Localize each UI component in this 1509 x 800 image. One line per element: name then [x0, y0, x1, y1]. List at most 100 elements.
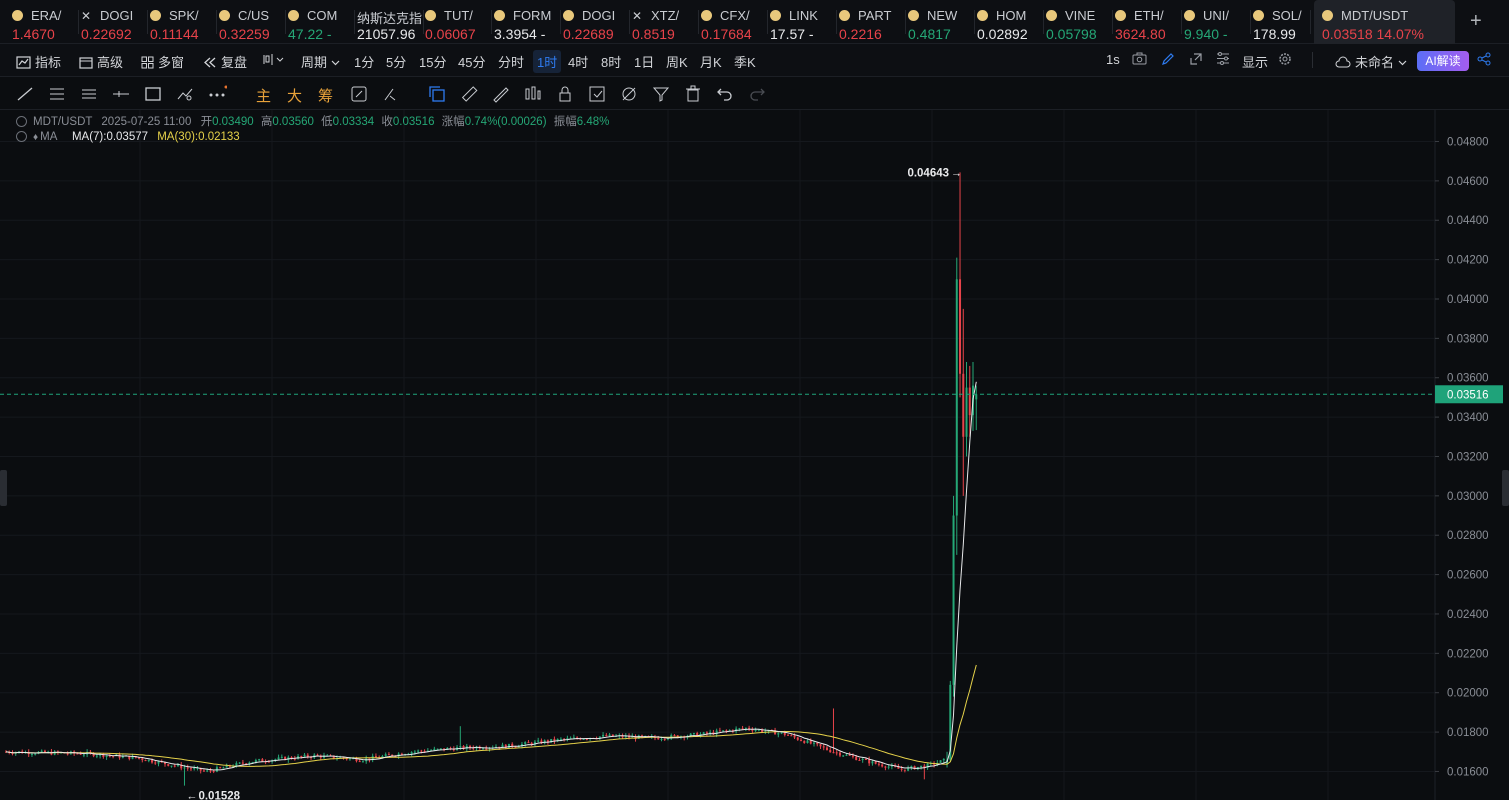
ticker-tab[interactable]: ERA/1.4670: [12, 0, 79, 44]
collapse-icon[interactable]: [16, 131, 27, 142]
ticker-tab[interactable]: SOL/178.99: [1253, 0, 1311, 44]
interval-button[interactable]: 15分: [419, 52, 446, 71]
divider: [423, 10, 424, 34]
ticker-tab[interactable]: VINE 0.05798: [1046, 0, 1113, 44]
interval-button[interactable]: 分时: [498, 52, 524, 71]
big-order-toggle[interactable]: 大: [287, 85, 302, 106]
multi-window-button[interactable]: 多窗: [141, 52, 184, 71]
interval-button[interactable]: 8时: [601, 52, 621, 71]
measure-icon[interactable]: [491, 84, 511, 104]
ruler-icon[interactable]: [459, 84, 479, 104]
ai-interpret-button[interactable]: AI解读: [1417, 51, 1469, 71]
ticker-tab[interactable]: HOM 0.02892: [977, 0, 1044, 44]
eye-icon[interactable]: [619, 84, 639, 104]
rectangle-icon[interactable]: [143, 84, 163, 104]
ticker-price: 3624.80: [1115, 26, 1166, 42]
chip-distribution-toggle[interactable]: 筹: [318, 85, 333, 106]
expand-icon[interactable]: [1189, 52, 1203, 69]
main-indicator-toggle[interactable]: 主: [256, 85, 271, 106]
ticker-tab[interactable]: C/US 0.32259: [219, 0, 286, 44]
trash-icon[interactable]: [683, 84, 703, 104]
coin-icon: [150, 10, 161, 21]
collapse-icon[interactable]: [16, 116, 27, 127]
ticker-tab[interactable]: NEW 0.4817: [908, 0, 975, 44]
pen-icon[interactable]: [1161, 52, 1175, 69]
magnet-icon[interactable]: [349, 84, 369, 104]
ticker-tab[interactable]: SPK/0.11144: [150, 0, 217, 44]
interval-button[interactable]: 1分: [354, 52, 374, 71]
parallel-channel-icon[interactable]: [47, 84, 67, 104]
candle-body: [387, 754, 390, 756]
settings-list-icon[interactable]: [1216, 52, 1230, 68]
more-tools-icon[interactable]: [207, 84, 227, 104]
candle-body: [485, 748, 488, 750]
interval-button[interactable]: 5分: [386, 52, 406, 71]
ticker-tab[interactable]: FORM 3.3954 -: [494, 0, 561, 44]
current-price-label: 0.03516: [1447, 389, 1489, 401]
ticker-tab[interactable]: ✕ DOGI 0.22692: [81, 0, 148, 44]
right-panel-toggle[interactable]: [1502, 470, 1509, 506]
ticker-tab[interactable]: TUT/0.06067: [425, 0, 492, 44]
interval-button[interactable]: 季K: [734, 52, 756, 71]
ticker-symbol: PART: [858, 8, 892, 23]
bell-icon[interactable]: ♦: [33, 132, 38, 143]
gear-icon[interactable]: [1278, 52, 1292, 69]
display-button[interactable]: 显示: [1242, 52, 1268, 71]
divider: [78, 10, 79, 34]
candle-body: [173, 765, 176, 767]
copy-icon[interactable]: [427, 84, 447, 104]
candle-body: [167, 764, 170, 766]
candle-body: [884, 766, 887, 768]
amplitude-value: 6.48%: [576, 116, 610, 128]
share-icon[interactable]: [1477, 52, 1491, 69]
undo-icon[interactable]: [715, 84, 735, 104]
ticker-tab[interactable]: PART 0.2216: [839, 0, 906, 44]
horizontal-ray-icon[interactable]: [111, 84, 131, 104]
coin-icon: [1322, 10, 1333, 21]
eraser-icon[interactable]: [381, 84, 401, 104]
ticker-tab[interactable]: COM 47.22 -: [288, 0, 355, 44]
camera-icon[interactable]: [1132, 52, 1147, 68]
replay-button[interactable]: 复盘: [203, 52, 247, 71]
ticker-tab[interactable]: MDT/USDT 0.03518 14.07%: [1314, 0, 1455, 44]
coin-icon: [839, 10, 850, 21]
redo-icon[interactable]: [747, 84, 767, 104]
interval-button[interactable]: 45分: [458, 52, 485, 71]
ticker-tab[interactable]: ✕ XTZ/0.8519: [632, 0, 699, 44]
interval-button[interactable]: 1时: [533, 50, 562, 73]
price-chart[interactable]: 0.04800 0.04600 0.04400 0.04200 0.04000 0.038…: [0, 110, 1509, 800]
ticker-price: 178.99: [1253, 26, 1296, 42]
ticker-tab[interactable]: 纳斯达克指 21057.96: [357, 0, 424, 44]
chart-type-dropdown[interactable]: [262, 52, 288, 67]
left-panel-toggle[interactable]: [0, 470, 7, 506]
divider: [629, 10, 630, 34]
horizontal-lines-icon[interactable]: [79, 84, 99, 104]
ticker-tab[interactable]: ETH/3624.80: [1115, 0, 1182, 44]
period-label: 周期: [301, 55, 328, 70]
divider: [1250, 10, 1251, 34]
trend-line-icon[interactable]: [15, 84, 35, 104]
ticker-tab[interactable]: UNI/9.940 -: [1184, 0, 1251, 44]
brush-icon[interactable]: [175, 84, 195, 104]
ticker-tab[interactable]: LINK 17.57 -: [770, 0, 837, 44]
speed-button[interactable]: 1s: [1106, 52, 1120, 67]
interval-button[interactable]: 月K: [700, 52, 722, 71]
divider: [1112, 10, 1113, 34]
interval-button[interactable]: 周K: [666, 52, 688, 71]
advanced-button[interactable]: 高级: [79, 52, 123, 71]
indicators-label: 指标: [35, 55, 62, 70]
interval-button[interactable]: 1日: [634, 52, 654, 71]
lock-icon[interactable]: [555, 84, 575, 104]
interval-button[interactable]: 4时: [568, 52, 588, 71]
ticker-tab[interactable]: DOGI 0.22689: [563, 0, 630, 44]
period-dropdown[interactable]: 周期: [301, 52, 340, 71]
ticker-symbol: DOGI: [100, 8, 134, 23]
ticker-tab[interactable]: CFX/0.17684: [701, 0, 768, 44]
bar-chart-icon[interactable]: [523, 84, 543, 104]
note-icon[interactable]: [587, 84, 607, 104]
layout-name-dropdown[interactable]: 未命名: [1335, 52, 1407, 71]
filter-icon[interactable]: [651, 84, 671, 104]
candle-body: [952, 515, 955, 685]
add-tab-icon[interactable]: +: [1470, 10, 1482, 33]
indicators-button[interactable]: 指标: [16, 52, 61, 71]
